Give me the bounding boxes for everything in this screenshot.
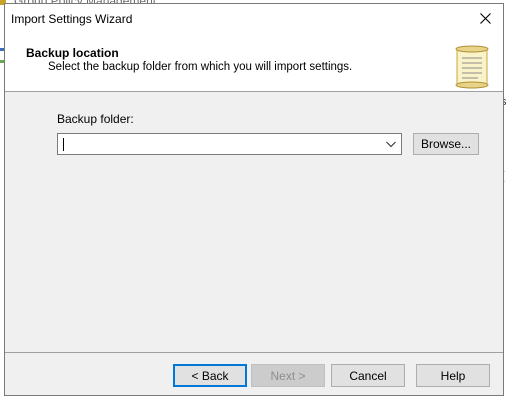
cancel-button[interactable]: Cancel <box>331 364 405 387</box>
backup-folder-combobox[interactable] <box>57 133 402 155</box>
browse-button[interactable]: Browse... <box>413 133 479 155</box>
help-button[interactable]: Help <box>416 364 490 387</box>
footer-separator <box>5 352 503 353</box>
close-button[interactable] <box>467 4 503 33</box>
wizard-header: Backup location Select the backup folder… <box>5 33 503 92</box>
close-icon <box>479 13 491 24</box>
dialog-titlebar[interactable]: Import Settings Wizard <box>5 4 503 33</box>
header-title: Backup location <box>26 46 119 60</box>
scroll-icon <box>455 45 489 89</box>
chevron-down-icon[interactable] <box>385 138 397 150</box>
backup-folder-label: Backup folder: <box>57 112 134 126</box>
next-button[interactable]: Next > <box>251 364 325 387</box>
text-caret <box>63 138 64 151</box>
dialog-title: Import Settings Wizard <box>11 12 133 26</box>
header-subtitle: Select the backup folder from which you … <box>48 61 353 73</box>
back-button[interactable]: < Back <box>173 364 247 387</box>
import-settings-wizard-dialog: Import Settings Wizard Backup location S… <box>4 3 504 396</box>
backup-folder-input[interactable] <box>61 136 371 152</box>
